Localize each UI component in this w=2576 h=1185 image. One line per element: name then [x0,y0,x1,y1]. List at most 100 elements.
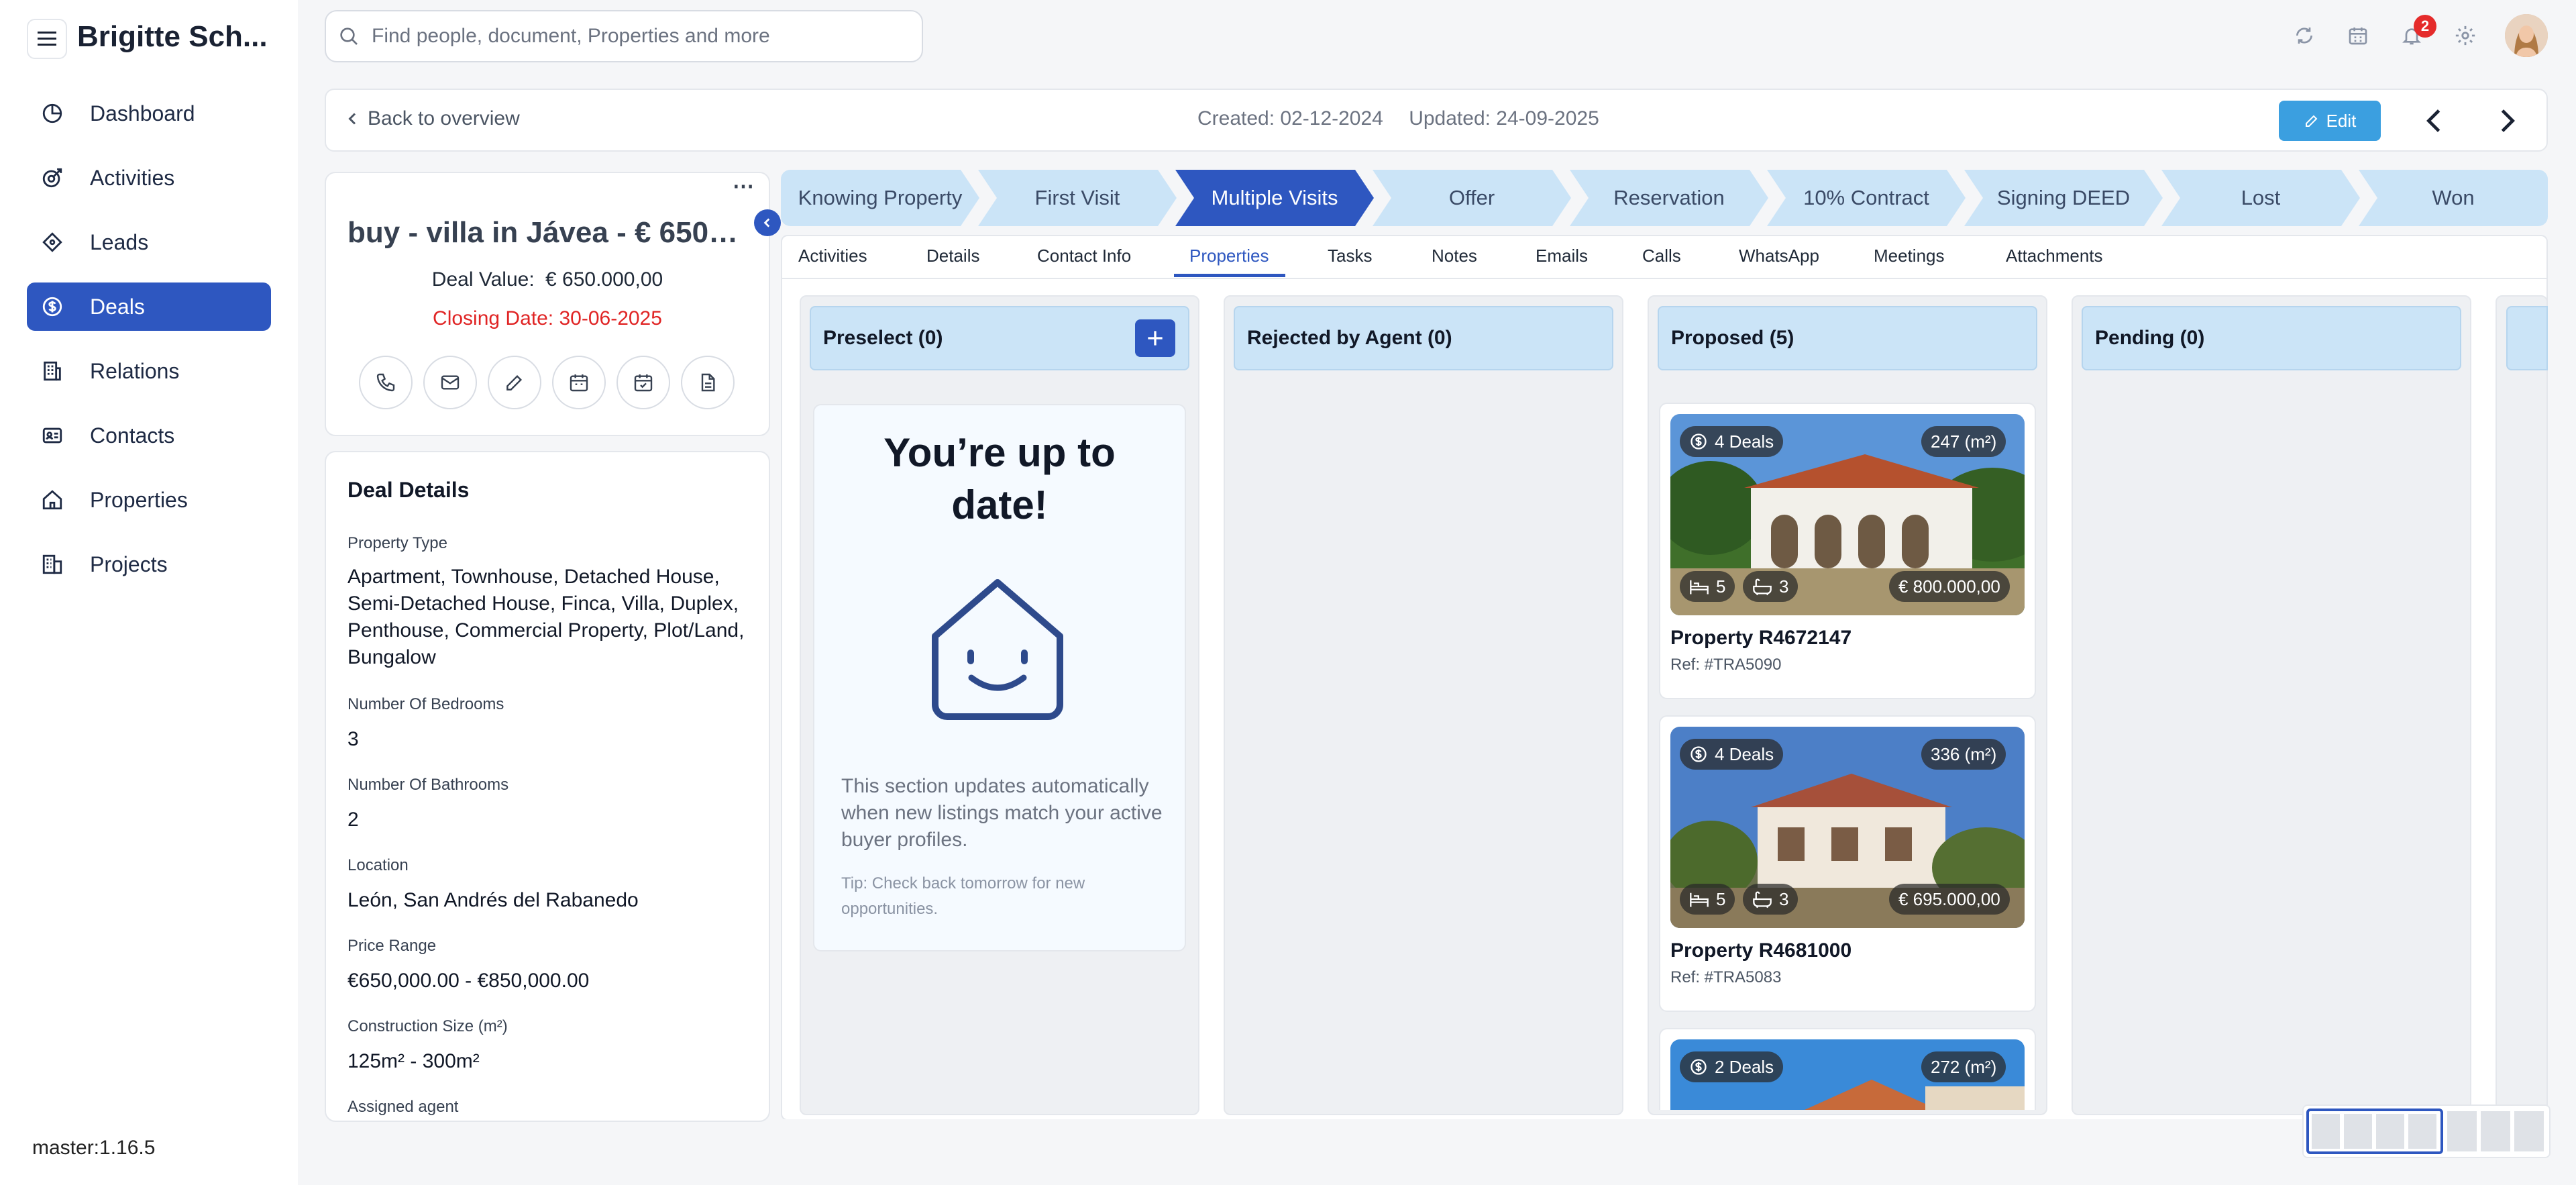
add-task-button[interactable] [616,356,670,409]
stage-reservation[interactable]: Reservation [1570,170,1768,226]
field-value: 125m² - 300m² [347,1050,480,1072]
size-badge: 272 (m²) [1921,1051,2006,1082]
stage-offer[interactable]: Offer [1373,170,1571,226]
collapse-panel-button[interactable] [754,209,781,236]
bathrooms: 3 [1779,576,1789,597]
tab-contact-info[interactable]: Contact Info [1037,246,1131,266]
stage-10-percent-contract[interactable]: 10% Contract [1767,170,1966,226]
global-search[interactable] [325,10,923,62]
active-tab-indicator [1174,274,1285,277]
sidebar-item-label: Deals [90,294,145,319]
property-ref: Ref: #TRA5090 [1670,656,1782,674]
settings-button[interactable] [2449,19,2482,52]
sidebar-item-activities[interactable]: Activities [27,154,271,202]
bedrooms: 5 [1716,576,1726,597]
tab-properties[interactable]: Properties [1189,246,1269,266]
stage-first-visit[interactable]: First Visit [978,170,1177,226]
bedrooms-badge: 5 [1680,571,1735,602]
properties-icon [39,486,66,513]
chevron-right-icon [2501,109,2515,132]
chevron-left-icon [2426,109,2440,132]
field-value: €650,000.00 - €850,000.00 [347,970,590,992]
sidebar-item-contacts[interactable]: Contacts [27,411,271,460]
stage-knowing-property[interactable]: Knowing Property [781,170,979,226]
stage-multiple-visits[interactable]: Multiple Visits [1175,170,1374,226]
chevron-left-icon [348,113,356,125]
bath-icon [1753,891,1772,909]
closing-date: Closing Date: 30-06-2025 [433,307,662,329]
menu-toggle-button[interactable] [27,19,67,59]
tab-activities[interactable]: Activities [798,246,867,266]
back-to-overview-link[interactable]: Back to overview [346,107,520,130]
sidebar-item-properties[interactable]: Properties [27,476,271,524]
sidebar-item-dashboard[interactable]: Dashboard [27,89,271,138]
tab-whatsapp[interactable]: WhatsApp [1739,246,1819,266]
sync-button[interactable] [2288,19,2321,52]
stage-lost[interactable]: Lost [2161,170,2360,226]
property-name: Property R4681000 [1670,939,1852,962]
edit-button[interactable]: Edit [2279,101,2381,141]
tab-calls[interactable]: Calls [1642,246,1681,266]
search-icon [338,25,360,47]
sidebar-item-label: Projects [90,552,168,576]
add-property-button[interactable] [1135,319,1175,357]
column-pending [2072,295,2471,1115]
tab-tasks[interactable]: Tasks [1328,246,1372,266]
deal-dates: Created: 02-12-2024 Updated: 24-09-2025 [1197,107,1599,130]
sidebar-item-relations[interactable]: Relations [27,347,271,395]
more-options-button[interactable]: ⋯ [733,173,754,199]
size-badge: 247 (m²) [1921,426,2006,457]
size-badge: 336 (m²) [1921,739,2006,770]
bedrooms: 5 [1716,888,1726,909]
minimap-column [2344,1114,2372,1149]
bed-icon [1690,580,1709,595]
calendar-button[interactable] [2341,19,2375,52]
sidebar-item-label: Relations [90,358,180,383]
sidebar-item-label: Leads [90,229,149,254]
field-label: Number Of Bedrooms [347,695,504,713]
edit-note-button[interactable] [488,356,541,409]
sidebar-item-projects[interactable]: Projects [27,540,271,588]
search-input[interactable] [372,25,908,48]
created-date: Created: 02-12-2024 [1197,107,1383,130]
avatar[interactable] [2505,14,2548,57]
minimap-column [2514,1111,2544,1151]
empty-state-tip: Tip: Check back tomorrow for new opportu… [841,874,1085,918]
tab-emails[interactable]: Emails [1536,246,1588,266]
minimap-column [2481,1111,2510,1151]
tab-meetings[interactable]: Meetings [1874,246,1945,266]
stage-signing-deed[interactable]: Signing DEED [1964,170,2163,226]
tab-notes[interactable]: Notes [1432,246,1477,266]
edit-label: Edit [2326,110,2357,131]
tab-divider [781,278,2548,279]
sidebar-item-leads[interactable]: Leads [27,218,271,266]
column-next [2496,295,2548,1115]
add-document-button[interactable] [681,356,735,409]
deals-icon [39,293,66,320]
phone-icon [376,373,395,392]
stage-won[interactable]: Won [2359,170,2548,226]
email-button[interactable] [423,356,477,409]
deals-count: 4 Deals [1715,743,1774,764]
field-label: Number Of Bathrooms [347,776,509,794]
sidebar-item-deals[interactable]: Deals [27,282,271,331]
deals-count-badge: 4 Deals [1680,426,1784,457]
column-rejected-by-agent [1224,295,1623,1115]
column-header: Proposed (5) [1658,306,2037,370]
schedule-meeting-button[interactable] [552,356,606,409]
previous-deal-button[interactable] [2415,101,2453,141]
deals-count-badge: 2 Deals [1680,1051,1784,1082]
call-button[interactable] [359,356,413,409]
notification-badge: 2 [2414,15,2436,38]
next-deal-button[interactable] [2489,101,2526,141]
bathrooms: 3 [1779,888,1789,909]
projects-icon [39,551,66,578]
bed-icon [1690,892,1709,907]
bathrooms-badge: 3 [1743,884,1799,915]
tab-details[interactable]: Details [926,246,979,266]
tab-attachments[interactable]: Attachments [2006,246,2103,266]
empty-state-heading: You’re up to date! [883,430,1116,527]
document-icon [701,373,715,392]
field-label: Location [347,856,409,874]
mail-icon [441,375,460,390]
